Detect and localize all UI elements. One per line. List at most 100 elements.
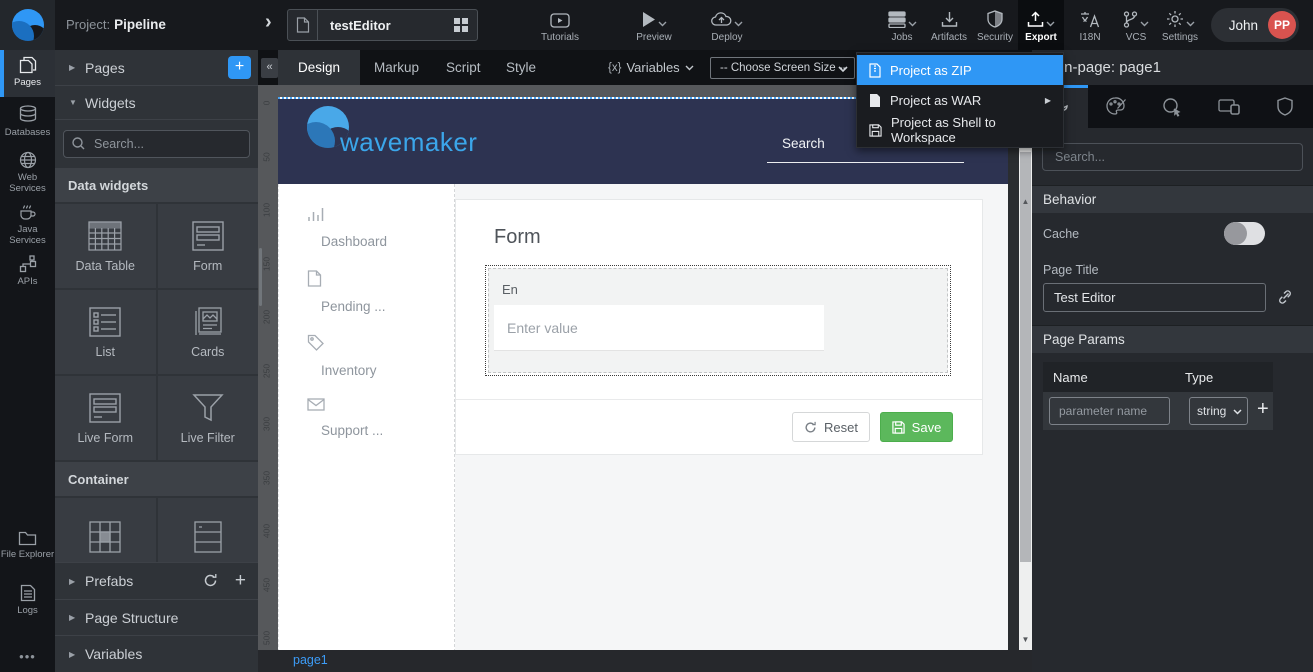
param-name-input[interactable]	[1049, 397, 1170, 425]
preview-search-label[interactable]: Search	[782, 136, 825, 151]
chevron-down-icon[interactable]	[1186, 21, 1195, 27]
pages-icon	[0, 56, 55, 74]
widget-search-input[interactable]	[63, 130, 250, 158]
column-name: Name	[1043, 370, 1185, 385]
cursor-click-icon	[1162, 97, 1183, 117]
rail-item-file-explorer[interactable]: File Explorer	[0, 528, 55, 578]
nav-item-pending[interactable]: Pending ...	[307, 270, 386, 314]
screen-size-select[interactable]: -- Choose Screen Size --	[710, 57, 855, 79]
editor-tab[interactable]: testEditor	[287, 9, 478, 41]
nav-item-dashboard[interactable]: Dashboard	[307, 206, 387, 249]
form-text-input[interactable]	[494, 305, 824, 351]
chevron-down-icon[interactable]	[1046, 21, 1055, 27]
tab-events[interactable]	[1144, 85, 1200, 128]
container-header: Container	[55, 462, 258, 496]
panel-bottom-sections: ▶ Prefabs + ▶ Page Structure ▶ Variables	[55, 562, 258, 672]
nav-item-support[interactable]: Support ...	[307, 398, 383, 438]
save-button[interactable]: Save	[880, 412, 953, 442]
variables-icon: {x}	[608, 62, 621, 74]
rail-item-apis[interactable]: APIs	[0, 253, 55, 295]
chevron-down-icon[interactable]	[1140, 21, 1149, 27]
add-prefab-button[interactable]: +	[235, 570, 246, 592]
nav-item-inventory[interactable]: Inventory	[307, 334, 377, 378]
scroll-down-icon[interactable]: ▼	[1019, 635, 1032, 644]
user-menu[interactable]: John PP	[1211, 8, 1299, 42]
caret-right-icon: ▶	[69, 577, 85, 586]
export-button[interactable]: Export	[1013, 8, 1069, 43]
page-title-input[interactable]	[1043, 283, 1266, 312]
widget-live-filter[interactable]: Live Filter	[158, 376, 259, 460]
palette-icon	[1106, 97, 1127, 116]
widget-live-form[interactable]: Live Form	[55, 376, 156, 460]
menu-item-project-as-shell[interactable]: Project as Shell to Workspace	[857, 115, 1063, 145]
chevron-down-icon[interactable]	[908, 21, 917, 27]
scroll-up-icon[interactable]: ▲	[1019, 197, 1032, 206]
tab-styles[interactable]	[1088, 85, 1144, 128]
panel-scrollbar-thumb[interactable]	[259, 248, 262, 306]
chevron-down-icon[interactable]	[734, 21, 743, 27]
settings-button[interactable]: Settings	[1152, 8, 1208, 43]
rail-item-pages[interactable]: Pages	[0, 50, 55, 97]
data-table-icon	[87, 220, 123, 252]
variables-dropdown[interactable]: {x} Variables	[608, 50, 694, 85]
war-file-icon	[869, 93, 881, 108]
widget-search	[63, 130, 250, 158]
prefabs-section[interactable]: ▶ Prefabs +	[55, 562, 258, 599]
deploy-button[interactable]: Deploy	[699, 8, 755, 43]
chevron-down-icon	[685, 65, 694, 71]
canvas-scrollbar[interactable]: ▲ ▼	[1019, 97, 1032, 650]
page-tab-page1[interactable]: page1	[293, 653, 328, 667]
editor-tab-label: testEditor	[318, 18, 454, 33]
refresh-icon[interactable]	[203, 573, 218, 588]
more-options-icon[interactable]: •••	[0, 649, 55, 664]
widget-form[interactable]: Form	[158, 204, 259, 288]
chevron-down-icon[interactable]	[658, 21, 667, 27]
menu-item-project-as-zip[interactable]: Project as ZIP	[857, 55, 1063, 85]
floppy-icon	[892, 421, 905, 434]
panel-tabs	[1032, 85, 1313, 128]
form-title: Form	[494, 226, 541, 249]
rail-item-logs[interactable]: Logs	[0, 582, 55, 624]
tutorials-button[interactable]: Tutorials	[532, 8, 588, 43]
widget-data-table[interactable]: Data Table	[55, 204, 156, 288]
widget-cards[interactable]: Cards	[158, 290, 259, 374]
page-params-table: Name Type string +	[1043, 362, 1273, 430]
behavior-section-header[interactable]: Behavior	[1032, 185, 1313, 213]
wavemaker-logo[interactable]	[0, 0, 55, 50]
form-fieldset[interactable]: En	[485, 265, 951, 376]
scrollbar-thumb[interactable]	[1020, 152, 1031, 562]
widgets-panel: ▶ Pages + ▼ Widgets Data widgets Data Ta…	[55, 50, 258, 672]
pages-section-header[interactable]: ▶ Pages +	[55, 50, 258, 86]
reset-button[interactable]: Reset	[792, 412, 870, 442]
document-icon	[288, 10, 318, 40]
caret-right-icon: ▶	[69, 613, 85, 622]
tab-security[interactable]	[1257, 85, 1313, 128]
grid-layout-icon	[88, 520, 122, 554]
breadcrumb-chevron-icon: ›	[265, 11, 272, 34]
rail-item-databases[interactable]: Databases	[0, 103, 55, 145]
widget-list[interactable]: List	[55, 290, 156, 374]
property-search-input[interactable]	[1042, 143, 1303, 171]
variables-section[interactable]: ▶ Variables	[55, 635, 258, 672]
rail-item-java-services[interactable]: Java Services	[0, 201, 55, 251]
menu-item-project-as-war[interactable]: Project as WAR ▶	[857, 85, 1063, 115]
submenu-arrow-icon: ▶	[1045, 96, 1051, 105]
grid-icon[interactable]	[454, 18, 468, 32]
bind-link-icon[interactable]	[1277, 289, 1293, 305]
add-param-button[interactable]: +	[1257, 398, 1269, 421]
tab-style[interactable]: Style	[486, 50, 556, 85]
caret-down-icon: ▼	[69, 98, 85, 107]
ruler-corner	[258, 85, 278, 97]
page-structure-section[interactable]: ▶ Page Structure	[55, 599, 258, 635]
add-page-button[interactable]: +	[228, 56, 251, 79]
page-params-section-header[interactable]: Page Params	[1032, 325, 1313, 353]
rail-item-web-services[interactable]: Web Services	[0, 149, 55, 199]
collapse-panel-button[interactable]: «	[261, 58, 278, 78]
tab-design[interactable]: Design	[278, 50, 360, 85]
param-type-select[interactable]: string	[1189, 397, 1248, 425]
form-widget[interactable]: Form En Reset Save	[455, 199, 983, 455]
cache-toggle[interactable]	[1224, 222, 1265, 245]
widgets-section-header[interactable]: ▼ Widgets	[55, 86, 258, 120]
preview-button[interactable]: Preview	[626, 8, 682, 43]
tab-devices[interactable]	[1201, 85, 1257, 128]
